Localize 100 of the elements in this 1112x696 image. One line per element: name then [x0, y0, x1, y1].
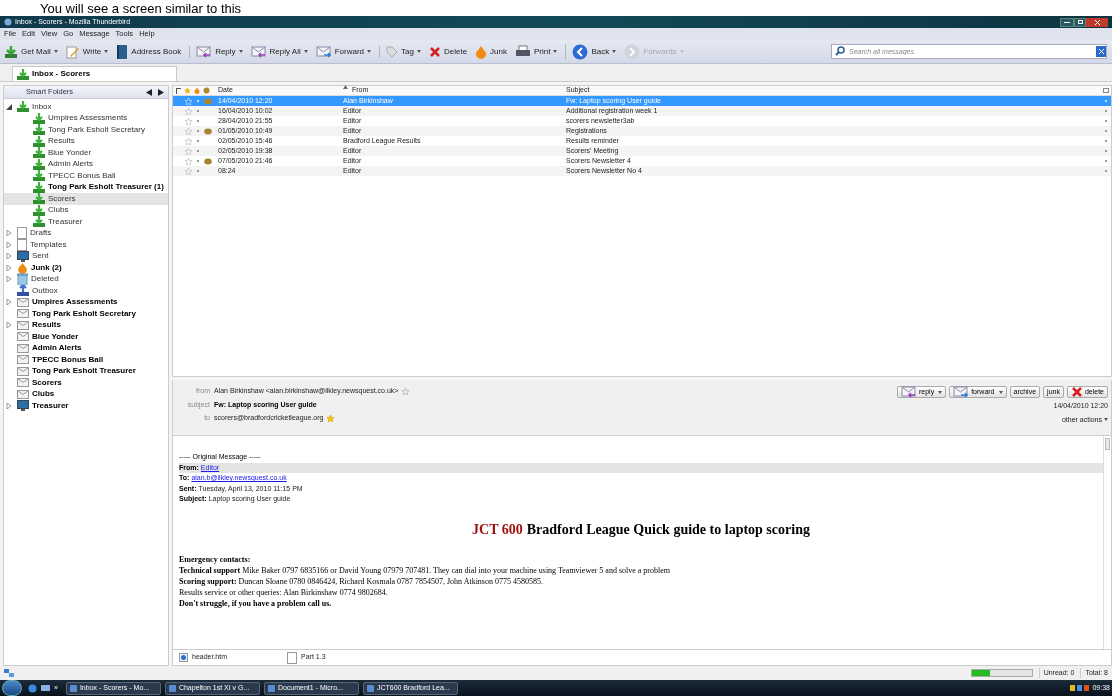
- toolbar-button[interactable]: Back: [565, 43, 617, 60]
- folder-item[interactable]: Sent: [4, 250, 168, 262]
- tag-dot-icon[interactable]: [203, 87, 210, 94]
- body-paragraph: Results service or other queries: Alan Birkinshaw 0774 9802684.: [179, 586, 389, 598]
- inbox-tray-icon: [33, 147, 45, 159]
- folder-item[interactable]: Results: [4, 319, 168, 331]
- folder-name: Results: [32, 319, 61, 332]
- star-outline-icon[interactable]: [185, 167, 192, 175]
- folder-item[interactable]: Clubs: [4, 388, 168, 400]
- envelope-icon: [17, 320, 29, 330]
- caret-icon: [612, 50, 617, 53]
- column-picker-icon[interactable]: [1103, 88, 1109, 93]
- folder-item[interactable]: Admin Alerts: [4, 342, 168, 354]
- folder-item[interactable]: Templates: [4, 239, 168, 251]
- folder-name: Admin Alerts: [48, 158, 93, 171]
- maximize-button[interactable]: [1074, 17, 1086, 27]
- toolbar-button[interactable]: Address Book: [116, 43, 182, 60]
- star-outline-icon[interactable]: [185, 157, 192, 165]
- scrollbar[interactable]: [1103, 436, 1111, 649]
- expand-triangle-icon[interactable]: [6, 299, 14, 306]
- tray-icons-drawing[interactable]: [1070, 685, 1090, 691]
- folder-item[interactable]: Scorers: [4, 377, 168, 389]
- web-page-icon: [179, 653, 188, 662]
- folder-item[interactable]: Deleted: [4, 273, 168, 285]
- collapse-triangle-icon[interactable]: [6, 103, 14, 110]
- folder-item[interactable]: Clubs: [4, 204, 168, 216]
- toolbar-button[interactable]: Delete: [428, 45, 468, 58]
- close-button[interactable]: [1086, 17, 1108, 27]
- expand-triangle-icon[interactable]: [6, 276, 14, 283]
- folder-item[interactable]: Umpires Assessments: [4, 296, 168, 308]
- toolbar-button[interactable]: Get Mail: [4, 44, 58, 59]
- browser-icon[interactable]: [28, 683, 37, 693]
- expand-triangle-icon[interactable]: [6, 322, 14, 329]
- folder-name: Tong Park Esholt Treasurer: [32, 365, 136, 378]
- folder-item[interactable]: Treasurer: [4, 216, 168, 228]
- folder-item[interactable]: Tong Park Esholt Treasurer (1): [4, 181, 168, 193]
- star-outline-icon[interactable]: [185, 127, 192, 135]
- star-outline-icon[interactable]: [185, 107, 192, 115]
- toolbar-button[interactable]: Print: [515, 44, 558, 59]
- outbox-tray-icon: [17, 285, 29, 297]
- star-icon[interactable]: [184, 87, 191, 94]
- toolbar-button[interactable]: Junk: [475, 44, 507, 59]
- folder-name: Sent: [32, 250, 49, 263]
- sort-ascending-icon: [343, 85, 348, 90]
- star-outline-icon[interactable]: [185, 117, 192, 125]
- folder-name: Outbox: [32, 284, 58, 297]
- folder-item[interactable]: Admin Alerts: [4, 158, 168, 170]
- clear-search-button[interactable]: [1096, 46, 1106, 57]
- minimize-button[interactable]: [1060, 17, 1074, 27]
- folder-item[interactable]: Blue Yonder: [4, 147, 168, 159]
- caret-icon: [938, 390, 943, 394]
- toolbar-button[interactable]: Forward: [315, 45, 372, 58]
- expand-triangle-icon[interactable]: [6, 230, 14, 237]
- star-outline-icon[interactable]: [402, 387, 410, 395]
- envelope-icon: [17, 297, 29, 307]
- expand-triangle-icon[interactable]: [6, 241, 14, 248]
- folder-name: Junk (2): [31, 261, 62, 274]
- toolbar-button[interactable]: Tag: [379, 45, 421, 58]
- tab[interactable]: Inbox - Scorers: [12, 66, 177, 81]
- folder-item[interactable]: Umpires Assessments: [4, 112, 168, 124]
- folder-item[interactable]: Tong Park Esholt Treasurer: [4, 365, 168, 377]
- inbox-tray-icon: [33, 181, 45, 193]
- folder-item[interactable]: Results: [4, 135, 168, 147]
- star-icon[interactable]: [327, 414, 335, 422]
- folder-item[interactable]: Inbox: [4, 101, 168, 113]
- folder-item[interactable]: Drafts: [4, 227, 168, 239]
- folder-item[interactable]: Junk (2): [4, 262, 168, 274]
- folder-name: Blue Yonder: [48, 146, 92, 159]
- close-icon: [1094, 19, 1100, 25]
- thread-column-icon[interactable]: [176, 87, 181, 94]
- star-outline-icon[interactable]: [185, 147, 192, 155]
- toolbar-button[interactable]: Write: [65, 44, 109, 59]
- folder-name: TPECC Bonus Ball: [32, 353, 104, 366]
- folder-item[interactable]: Outbox: [4, 285, 168, 297]
- caret-icon: [104, 50, 109, 53]
- folder-item[interactable]: Blue Yonder: [4, 331, 168, 343]
- folder-item[interactable]: TPECC Bonus Ball: [4, 170, 168, 182]
- folder-name: Blue Yonder: [32, 330, 79, 343]
- previous-arrow-icon[interactable]: [146, 88, 152, 96]
- flame-icon[interactable]: [194, 87, 200, 94]
- expand-triangle-icon[interactable]: [6, 402, 14, 409]
- folder-item[interactable]: TPECC Bonus Ball: [4, 354, 168, 366]
- folder-item[interactable]: Scorers: [4, 193, 168, 205]
- start-button[interactable]: [2, 680, 22, 696]
- folder-item[interactable]: Tong Park Esholt Secretary: [4, 124, 168, 136]
- next-arrow-icon[interactable]: [158, 88, 164, 96]
- body-paragraph: Don't struggle, if you have a problem call us.: [179, 597, 333, 609]
- star-outline-icon[interactable]: [185, 137, 192, 145]
- inbox-tray-icon: [33, 193, 45, 205]
- desktop-icon[interactable]: [41, 683, 50, 693]
- inbox-tray-icon: [33, 112, 45, 124]
- expand-triangle-icon[interactable]: [6, 253, 14, 260]
- folder-item[interactable]: Tong Park Esholt Secretary: [4, 308, 168, 320]
- toolbar-button[interactable]: Reply: [189, 45, 243, 58]
- toolbar-button[interactable]: Reply All: [250, 45, 308, 58]
- caret-icon: [367, 50, 372, 53]
- folder-item[interactable]: Treasurer: [4, 400, 168, 412]
- monitor-icon: [17, 250, 29, 262]
- pencil-icon: [65, 44, 80, 59]
- expand-triangle-icon[interactable]: [6, 264, 14, 271]
